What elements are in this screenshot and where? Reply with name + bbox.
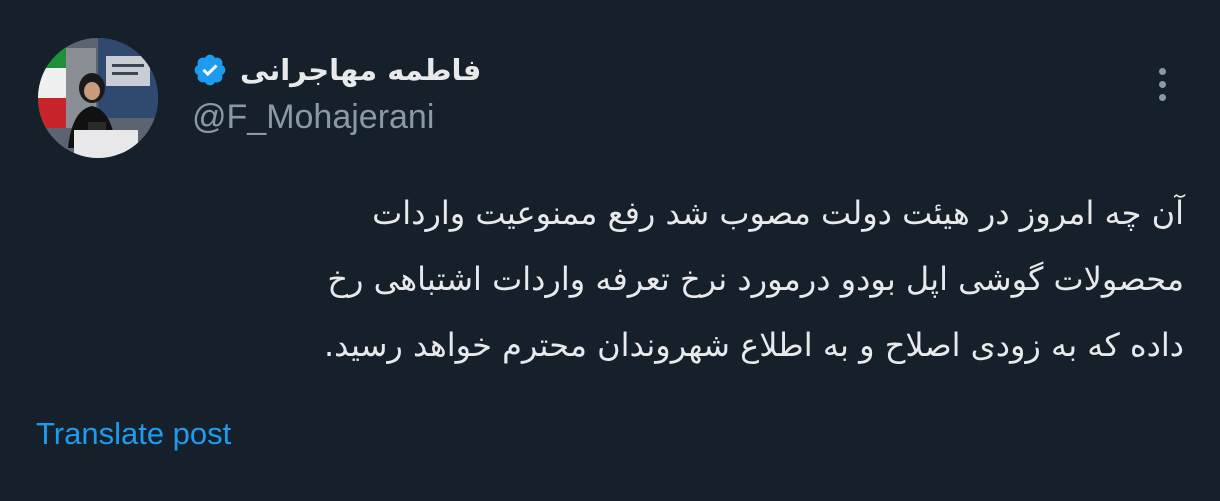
post-text-line: داده که به زودی اصلاح و به اطلاع شهروندا… [323,326,1184,364]
author-name-row: فاطمه مهاجرانی [192,46,481,94]
more-vertical-icon [1158,67,1166,75]
translate-post-link[interactable]: Translate post [36,416,231,452]
more-vertical-icon-dot [1158,93,1166,101]
profile-photo [38,38,158,158]
author-handle[interactable]: @F_Mohajerani [192,98,434,137]
more-vertical-icon-dot [1158,80,1166,88]
post-text-line: محصولات گوشی اپل بودو درمورد نرخ تعرفه و… [327,260,1184,298]
post-text: آن چه امروز در هیئت دولت مصوب شد رفع ممن… [30,180,1184,378]
author-display-name[interactable]: فاطمه مهاجرانی [240,53,481,87]
more-options-button[interactable] [1148,60,1176,108]
post-text-line: آن چه امروز در هیئت دولت مصوب شد رفع ممن… [372,194,1184,232]
verified-check-icon [194,54,226,86]
post-card: فاطمه مهاجرانی @F_Mohajerani آن چه امروز… [0,0,1220,501]
avatar[interactable] [38,38,158,158]
